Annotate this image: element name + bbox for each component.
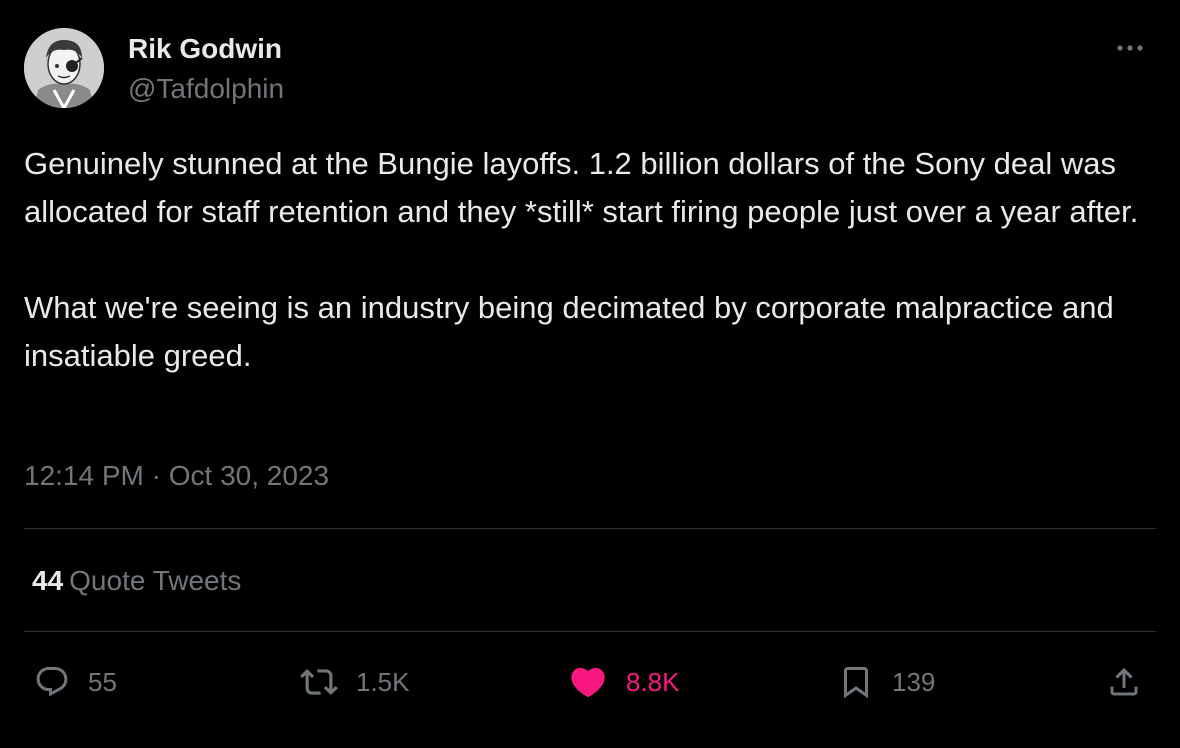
divider xyxy=(24,631,1156,632)
reply-button[interactable]: 55 xyxy=(34,652,117,712)
avatar-illustration-icon xyxy=(24,28,104,108)
tweet-time[interactable]: 12:14 PM xyxy=(24,460,144,491)
tweet-paragraph: What we're seeing is an industry being d… xyxy=(24,290,1123,373)
author-name[interactable]: Rik Godwin xyxy=(128,32,282,66)
tweet-text: Genuinely stunned at the Bungie layoffs.… xyxy=(24,140,1144,380)
reply-icon xyxy=(36,667,68,697)
tweet-date[interactable]: Oct 30, 2023 xyxy=(169,460,329,491)
quote-label: Quote Tweets xyxy=(69,565,242,596)
share-icon xyxy=(1110,667,1138,696)
bookmark-count: 139 xyxy=(892,666,936,697)
divider xyxy=(24,528,1156,529)
bookmark-icon xyxy=(844,667,868,699)
action-bar: 55 1.5K 8.8K 139 xyxy=(0,652,1180,712)
tweet-card: Rik Godwin @Tafdolphin Genuinely stunned… xyxy=(0,0,1180,748)
tweet-timestamp: 12:14 PM · Oct 30, 2023 xyxy=(24,456,329,496)
reply-count: 55 xyxy=(88,666,117,697)
more-dots-icon xyxy=(1117,45,1143,51)
like-button[interactable]: 8.8K xyxy=(568,652,680,712)
quote-tweets-link[interactable]: 44 Quote Tweets xyxy=(32,562,241,600)
author-handle[interactable]: @Tafdolphin xyxy=(128,72,284,106)
timestamp-separator: · xyxy=(151,460,161,491)
avatar[interactable] xyxy=(24,28,104,108)
more-options-button[interactable] xyxy=(1110,30,1150,66)
like-count: 8.8K xyxy=(626,666,680,697)
tweet-paragraph: Genuinely stunned at the Bungie layoffs.… xyxy=(24,146,1139,229)
quote-count: 44 xyxy=(32,565,64,596)
heart-icon xyxy=(571,667,605,698)
retweet-button[interactable]: 1.5K xyxy=(300,652,410,712)
retweet-count: 1.5K xyxy=(356,666,410,697)
retweet-icon xyxy=(300,669,338,695)
share-button[interactable] xyxy=(1106,652,1142,712)
bookmark-button[interactable]: 139 xyxy=(838,652,935,712)
